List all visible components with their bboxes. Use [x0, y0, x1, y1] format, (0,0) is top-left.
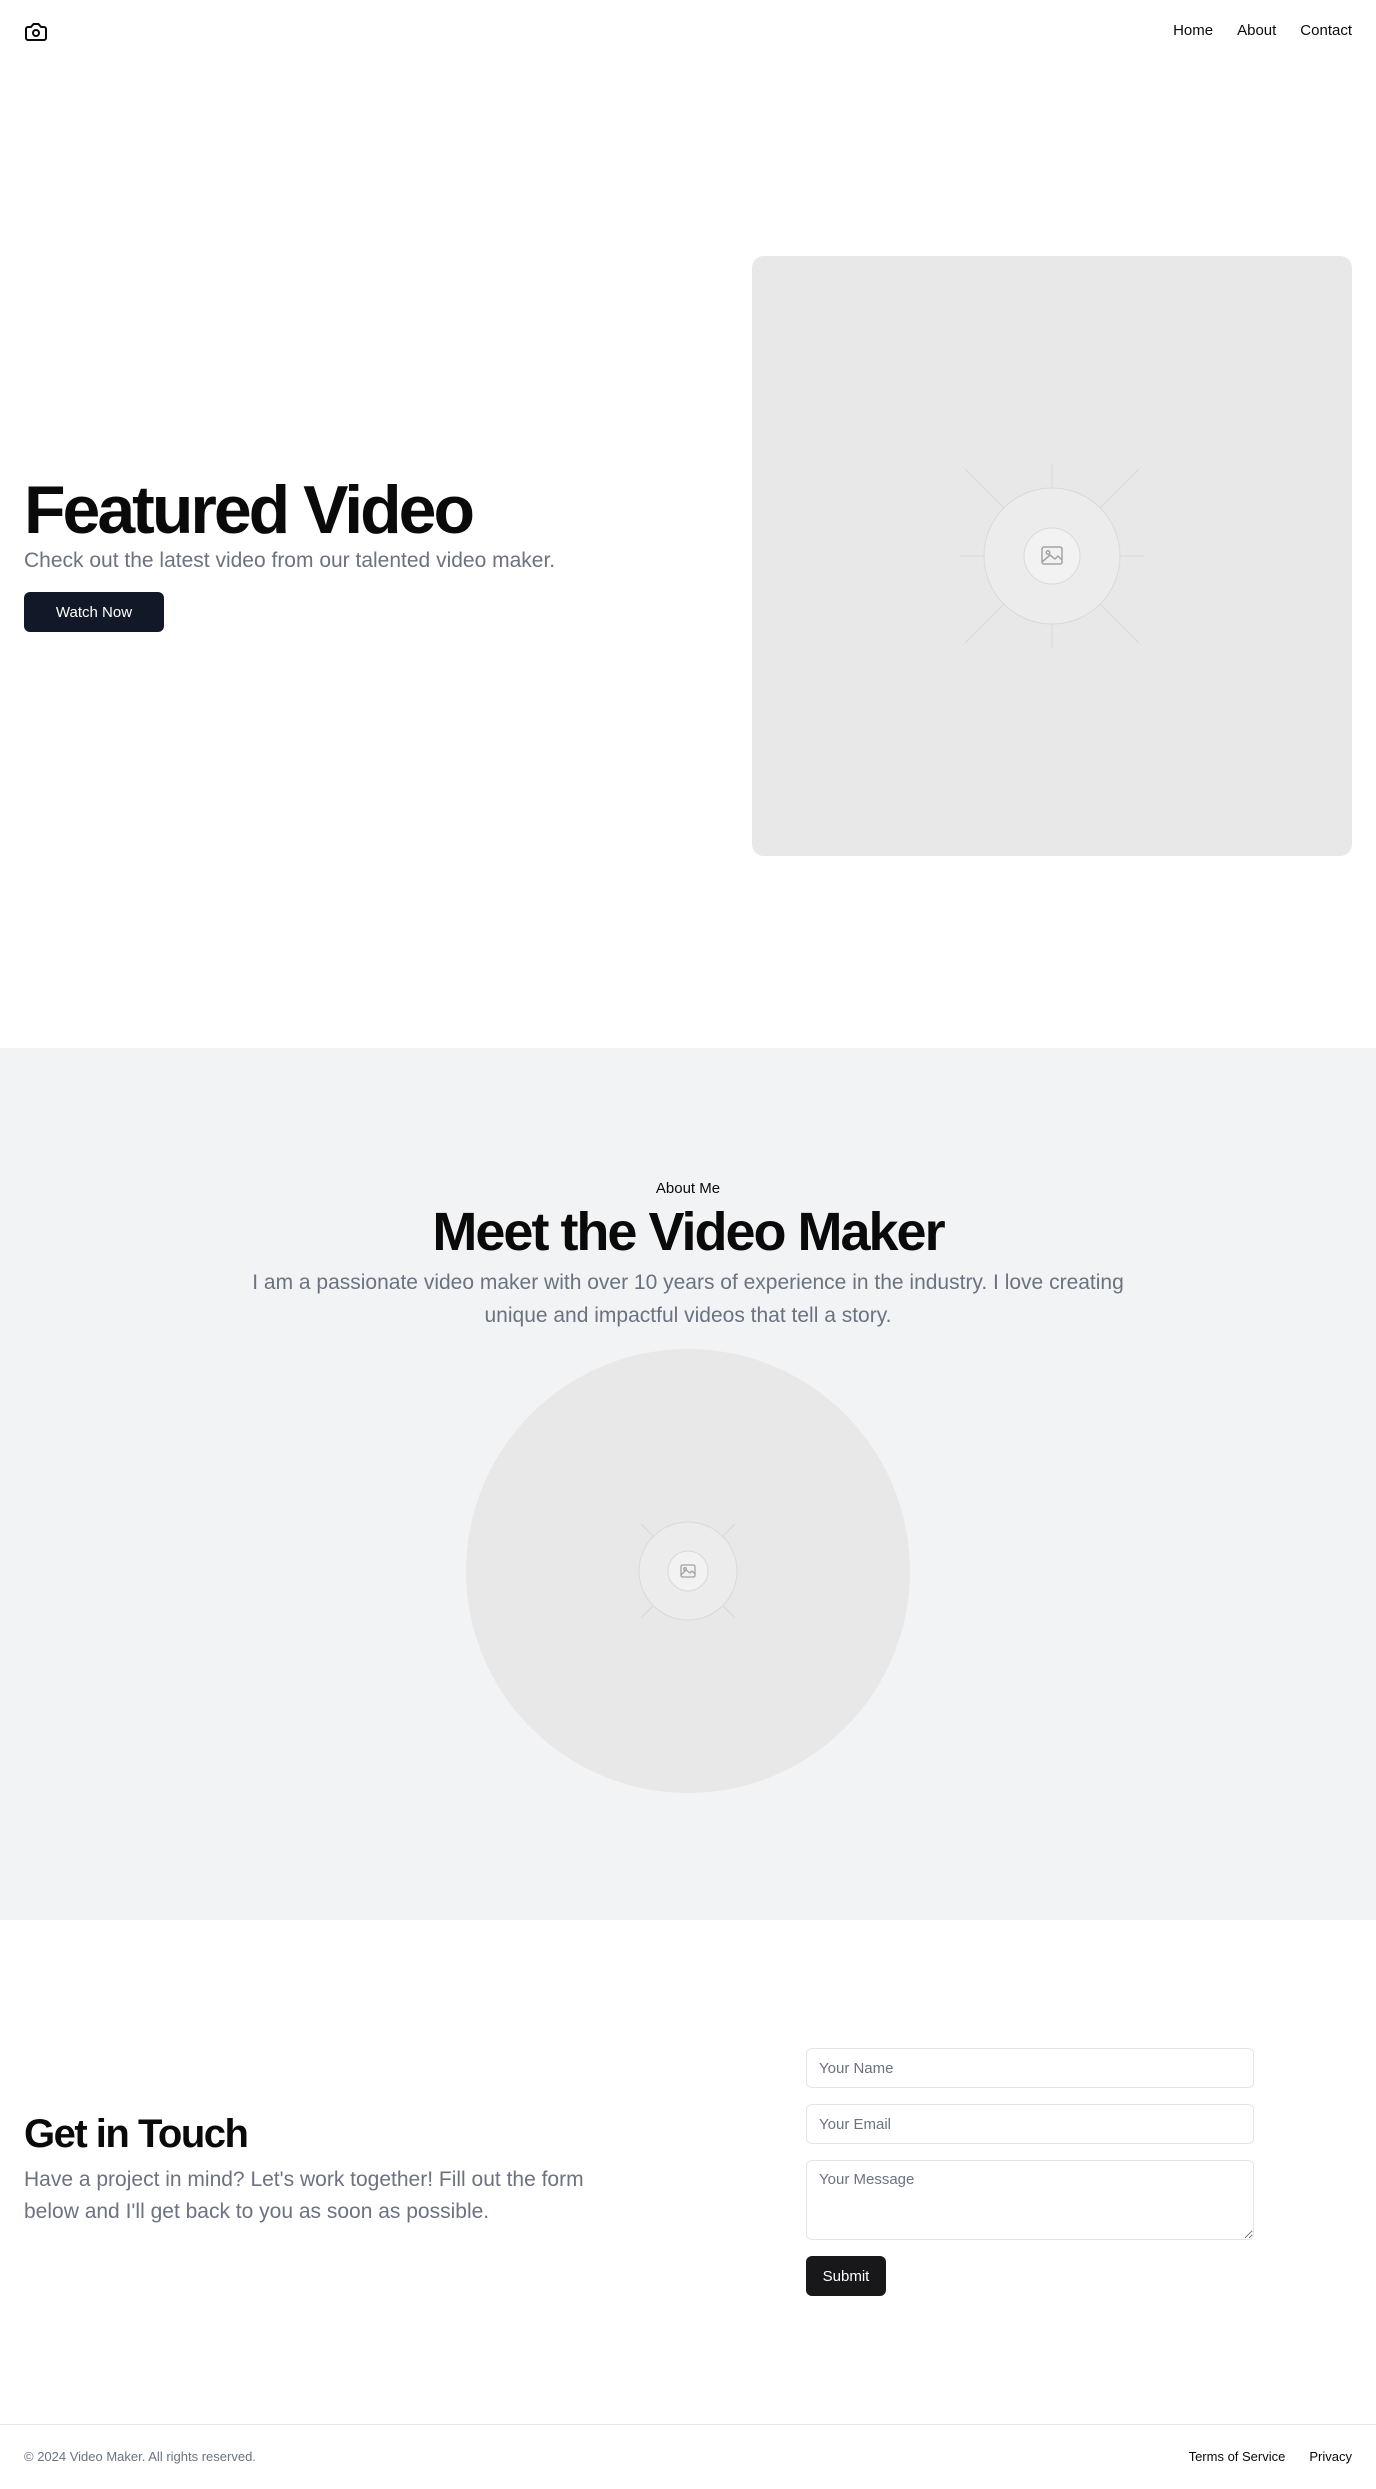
- footer-links: Terms of Service Privacy: [1189, 2449, 1352, 2464]
- message-textarea[interactable]: [806, 2160, 1254, 2240]
- video-maker-avatar-placeholder: [466, 1349, 910, 1793]
- contact-section: Get in Touch Have a project in mind? Let…: [0, 1920, 1376, 2425]
- watch-now-button[interactable]: Watch Now: [24, 592, 164, 632]
- about-description: I am a passionate video maker with over …: [252, 1271, 1124, 1327]
- privacy-link[interactable]: Privacy: [1309, 2449, 1352, 2464]
- image-placeholder-icon: [638, 1521, 738, 1621]
- hero-section: Featured Video Check out the latest vide…: [0, 0, 1376, 1048]
- submit-button[interactable]: Submit: [806, 2256, 886, 2296]
- about-title: Meet the Video Maker: [432, 1202, 945, 1262]
- copyright-text: © 2024 Video Maker. All rights reserved.: [24, 2449, 256, 2464]
- featured-video-placeholder[interactable]: [752, 256, 1352, 856]
- image-placeholder-icon: [960, 464, 1144, 648]
- contact-description: Have a project in mind? Let's work toget…: [24, 2168, 584, 2223]
- hero-title: Featured Video: [24, 472, 475, 548]
- site-footer: © 2024 Video Maker. All rights reserved.…: [0, 2424, 1376, 2489]
- email-input[interactable]: [806, 2104, 1254, 2144]
- terms-of-service-link[interactable]: Terms of Service: [1189, 2449, 1286, 2464]
- hero-subtitle: Check out the latest video from our tale…: [24, 549, 556, 572]
- contact-title: Get in Touch: [24, 2112, 249, 2156]
- about-section: About Me Meet the Video Maker I am a pas…: [0, 1048, 1376, 1920]
- name-input[interactable]: [806, 2048, 1254, 2088]
- about-eyebrow: About Me: [655, 1180, 721, 1197]
